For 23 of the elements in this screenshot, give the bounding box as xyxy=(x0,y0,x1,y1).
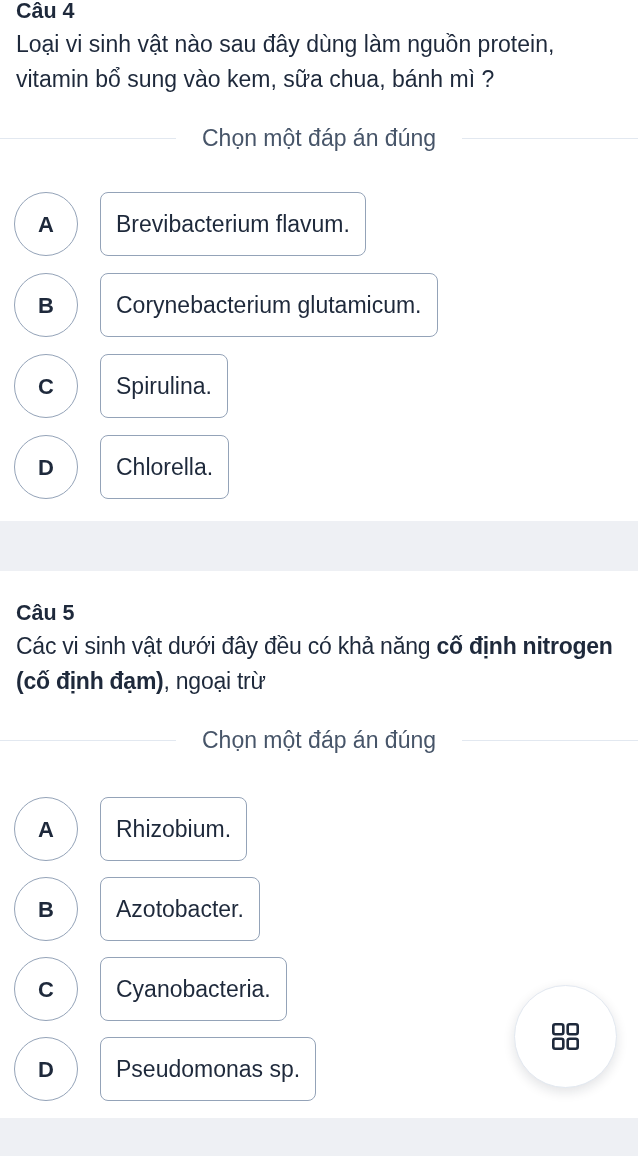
option-button[interactable]: Cyanobacteria. xyxy=(100,957,287,1021)
question-title: Câu 5 xyxy=(16,602,76,624)
question-title: Câu 4 xyxy=(16,0,76,22)
option-button[interactable]: Corynebacterium glutamicum. xyxy=(100,273,438,337)
option-letter[interactable]: D xyxy=(14,1037,78,1101)
instruction-label: Chọn một đáp án đúng xyxy=(201,726,437,754)
option-button[interactable]: Spirulina. xyxy=(100,354,228,418)
option-letter[interactable]: A xyxy=(14,797,78,861)
question-text: Loại vi sinh vật nào sau đây dùng làm nguồn protein, vitamin bổ sung vào kem, sữa chua, bánh mì ? xyxy=(16,30,556,94)
option-letter[interactable]: C xyxy=(14,957,78,1021)
option-letter[interactable]: B xyxy=(14,877,78,941)
option-button[interactable]: Azotobacter. xyxy=(100,877,260,941)
option-letter[interactable]: C xyxy=(14,354,78,418)
option-letter[interactable]: D xyxy=(14,435,78,499)
question-text: Các vi sinh vật dưới đây đều có khả năng cố định nitrogen (cố định đạm), ngoại trừ xyxy=(16,632,614,696)
option-button[interactable]: Rhizobium. xyxy=(100,797,248,861)
option-button[interactable]: Chlorella. xyxy=(100,435,230,499)
option-button[interactable]: Pseudomonas sp. xyxy=(100,1037,317,1101)
instruction-label: Chọn một đáp án đúng xyxy=(201,124,437,152)
option-letter[interactable]: B xyxy=(14,273,78,337)
option-letter[interactable]: A xyxy=(14,192,78,256)
option-button[interactable]: Brevibacterium flavum. xyxy=(100,192,366,256)
grid-icon xyxy=(552,1023,579,1050)
